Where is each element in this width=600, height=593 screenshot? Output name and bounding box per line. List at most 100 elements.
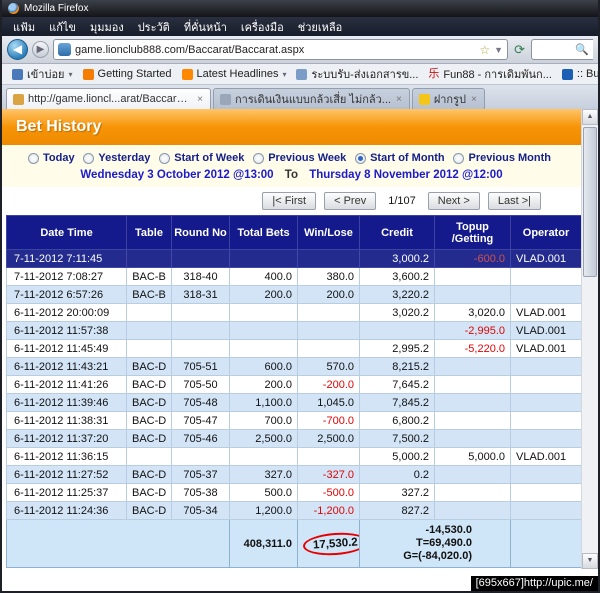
menu-item[interactable]: ที่คั่นหน้า <box>177 18 234 36</box>
filter-option-start-of-month[interactable]: Start of Month <box>355 152 445 164</box>
table-row[interactable]: 6-11-2012 11:38:31 BAC-D 705-47 700.0 -700.0… <box>6 411 582 430</box>
bookmark-label: :: Bualuang <box>576 68 598 80</box>
filter-option-previous-month[interactable]: Previous Month <box>453 152 551 164</box>
cell-date-time: 7-11-2012 7:08:27 <box>6 267 127 286</box>
table-row[interactable]: 6-11-2012 11:39:46 BAC-D 705-48 1,100.0 1,04… <box>6 393 582 412</box>
column-header: Operator <box>510 215 582 250</box>
bualuang-icon <box>561 68 573 80</box>
url-bar[interactable]: game.lionclub888.com/Baccarat/Baccarat.a… <box>53 39 509 60</box>
bookmark-item[interactable]: :: Bualuang <box>557 68 598 80</box>
url-input[interactable]: game.lionclub888.com/Baccarat/Baccarat.a… <box>75 44 475 56</box>
page-title: Bet History <box>2 109 581 145</box>
filter-option-start-of-week[interactable]: Start of Week <box>159 152 244 164</box>
table-row[interactable]: 6-11-2012 11:37:20 BAC-D 705-46 2,500.0 2,50… <box>6 429 582 448</box>
chevron-down-icon[interactable]: ▼ <box>494 45 503 55</box>
cell-topup-getting <box>434 375 511 394</box>
cell-date-time: 7-11-2012 7:11:45 <box>6 249 127 268</box>
cell-topup-getting: 5,000.0 <box>434 447 511 466</box>
bookmark-star-icon[interactable]: ☆ <box>479 43 490 57</box>
cell-operator <box>510 465 582 484</box>
radio-icon[interactable] <box>28 152 39 164</box>
column-header: Win/Lose <box>297 215 360 250</box>
prev-page-button[interactable]: < Prev <box>324 192 377 210</box>
filter-option-yesterday[interactable]: Yesterday <box>83 152 150 164</box>
cell-credit: 0.2 <box>359 465 435 484</box>
menu-item[interactable]: ประวัติ <box>131 18 177 36</box>
back-button[interactable]: ◀ <box>7 39 28 60</box>
cell-credit: 3,000.2 <box>359 249 435 268</box>
cell-date-time: 6-11-2012 11:45:49 <box>6 339 127 358</box>
menu-item[interactable]: ช่วยเหลือ <box>291 18 349 36</box>
bookmark-item[interactable]: Latest Headlines ▾ <box>177 68 292 80</box>
cell-credit <box>359 321 435 340</box>
search-input[interactable]: 🔍 <box>531 39 593 60</box>
radio-icon[interactable] <box>159 152 171 164</box>
table-row[interactable]: 6-11-2012 11:57:38 -2,995.0 VLAD.001 <box>6 321 582 340</box>
cell-total-bets <box>229 249 298 268</box>
search-icon[interactable]: 🔍 <box>575 43 589 56</box>
filter-label: Today <box>43 152 75 164</box>
filter-option-previous-week[interactable]: Previous Week <box>253 152 346 164</box>
bookmark-item[interactable]: Getting Started <box>78 68 177 80</box>
reload-icon[interactable]: ⟳ <box>512 42 527 58</box>
cell-date-time: 6-11-2012 11:41:26 <box>6 375 127 394</box>
table-row[interactable]: 7-11-2012 7:08:27 BAC-B 318-40 400.0 380.0 3,… <box>6 267 582 286</box>
browser-tab[interactable]: การเดินเงินแบบกล้วเสี่ย ไม่กล้ว... × <box>213 88 410 109</box>
cell-win-lose: -327.0 <box>297 465 360 484</box>
scroll-up-icon[interactable]: ▲ <box>582 109 598 125</box>
cell-win-lose <box>297 321 360 340</box>
cell-round-no: 318-31 <box>171 285 230 304</box>
cell-round-no: 705-48 <box>171 393 230 412</box>
table-row[interactable]: 6-11-2012 11:41:26 BAC-D 705-50 200.0 -200.0… <box>6 375 582 394</box>
table-row[interactable]: 7-11-2012 7:11:45 3,000.2 -600.0 VLAD.001 <box>6 249 582 268</box>
bookmark-item[interactable]: ระบบรับ-ส่งเอกสารข... <box>291 65 423 83</box>
document-icon <box>296 68 308 80</box>
cell-credit: 3,600.2 <box>359 267 435 286</box>
filter-option-today[interactable]: Today <box>28 152 75 164</box>
totals-operator-empty <box>510 519 582 568</box>
scroll-down-icon[interactable]: ▼ <box>582 553 598 569</box>
scrollbar-thumb[interactable] <box>583 127 597 277</box>
cell-round-no: 318-40 <box>171 267 230 286</box>
first-page-button[interactable]: |< First <box>262 192 317 210</box>
radio-icon[interactable] <box>355 152 367 164</box>
table-row[interactable]: 6-11-2012 11:36:15 5,000.2 5,000.0 VLAD.001 <box>6 447 582 466</box>
cell-table: BAC-D <box>126 429 172 448</box>
forward-button[interactable]: ▶ <box>32 41 49 58</box>
page-indicator: 1/107 <box>388 195 416 207</box>
vertical-scrollbar[interactable]: ▲ ▼ <box>581 109 598 569</box>
close-icon[interactable]: × <box>196 94 204 105</box>
browser-tab[interactable]: http://game.lioncl...arat/Baccarat.aspx × <box>6 88 211 109</box>
table-row[interactable]: 6-11-2012 11:43:21 BAC-D 705-51 600.0 570.0 8… <box>6 357 582 376</box>
table-row[interactable]: 7-11-2012 6:57:26 BAC-B 318-31 200.0 200.0 3,… <box>6 285 582 304</box>
radio-icon[interactable] <box>453 152 465 164</box>
menu-item[interactable]: แฟ้ม <box>6 18 42 36</box>
summary-cell: -14,530.0 T=69,490.0 G=(-84,020.0) <box>359 519 511 568</box>
scrollbar-track[interactable] <box>582 125 598 553</box>
table-row[interactable]: 6-11-2012 20:00:09 3,020.2 3,020.0 VLAD.001 <box>6 303 582 322</box>
firefox-icon <box>8 3 19 14</box>
cell-win-lose: 1,045.0 <box>297 393 360 412</box>
bookmark-item[interactable]: 乐 Fun88 - การเดิมพันก... <box>423 65 556 83</box>
menu-item[interactable]: มุมมอง <box>83 18 131 36</box>
menu-item[interactable]: แก้ไข <box>42 18 83 36</box>
bookmark-label: เข้าบ่อย <box>27 69 65 81</box>
cell-win-lose: 380.0 <box>297 267 360 286</box>
cell-credit: 3,020.2 <box>359 303 435 322</box>
close-icon[interactable]: × <box>395 94 403 105</box>
column-header: Date Time <box>6 215 127 250</box>
radio-icon[interactable] <box>83 152 95 164</box>
last-page-button[interactable]: Last >| <box>487 192 541 210</box>
bookmark-item[interactable]: เข้าบ่อย ▾ <box>7 65 78 83</box>
table-row[interactable]: 6-11-2012 11:25:37 BAC-D 705-38 500.0 -500.0… <box>6 483 582 502</box>
close-icon[interactable]: × <box>470 94 478 105</box>
radio-icon[interactable] <box>253 152 265 164</box>
menu-item[interactable]: เครื่องมือ <box>234 18 291 36</box>
cell-topup-getting <box>434 411 511 430</box>
table-row[interactable]: 6-11-2012 11:45:49 2,995.2 -5,220.0 VLAD.00… <box>6 339 582 358</box>
next-page-button[interactable]: Next > <box>427 192 480 210</box>
table-row[interactable]: 6-11-2012 11:27:52 BAC-D 705-37 327.0 -327.0… <box>6 465 582 484</box>
table-row[interactable]: 6-11-2012 11:24:36 BAC-D 705-34 1,200.0 -1,2… <box>6 501 582 520</box>
site-identity-icon[interactable] <box>58 43 71 56</box>
browser-tab[interactable]: ฝากรูป × <box>411 88 485 109</box>
